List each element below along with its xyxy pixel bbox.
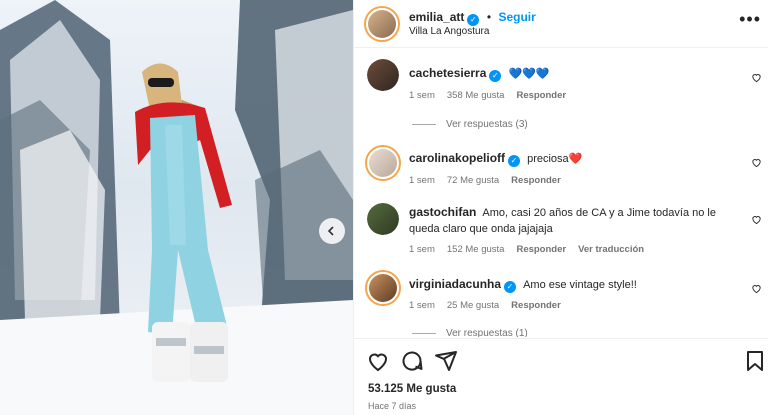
post-header: emilia_att ✓ • Seguir Villa La Angostura …: [354, 0, 768, 48]
reply-button[interactable]: Responder: [516, 244, 566, 255]
comment-text: 💙💙💙: [508, 68, 550, 80]
comments-list: cachetesierra ✓ 💙💙💙 1 sem 358 Me gusta Resp…: [354, 49, 768, 337]
carousel-arrow-icon[interactable]: [319, 218, 345, 244]
verified-icon: ✓: [508, 155, 521, 167]
heart-icon[interactable]: [751, 283, 762, 294]
post-location[interactable]: Villa La Angostura: [409, 26, 489, 37]
author-username[interactable]: emilia_att: [409, 10, 464, 24]
commenter-username[interactable]: virginiadacunha: [409, 277, 501, 291]
post-side-panel: emilia_att ✓ • Seguir Villa La Angostura …: [353, 0, 768, 415]
likes-count[interactable]: 53.125 Me gusta: [368, 383, 456, 395]
share-icon[interactable]: [434, 349, 458, 373]
commenter-username[interactable]: cachetesierra: [409, 66, 486, 80]
post-timestamp: Hace 7 días: [368, 401, 417, 411]
heart-icon[interactable]: [751, 214, 762, 225]
comment-likes[interactable]: 72 Me gusta: [447, 175, 499, 186]
verified-icon: ✓: [489, 70, 502, 82]
comment-age: 1 sem: [409, 175, 435, 186]
reply-button[interactable]: Responder: [511, 300, 561, 311]
verified-icon: ✓: [467, 14, 480, 26]
comment-age: 1 sem: [409, 244, 435, 255]
comment-age: 1 sem: [409, 90, 435, 101]
heart-icon[interactable]: [751, 72, 762, 83]
comment-text: preciosa❤️: [527, 153, 583, 165]
comment-likes[interactable]: 358 Me gusta: [447, 90, 505, 101]
commenter-avatar[interactable]: [367, 203, 399, 235]
commenter-username[interactable]: carolinakopelioff: [409, 151, 505, 165]
see-translation-button[interactable]: Ver traducción: [578, 244, 644, 255]
comment-text: Amo ese vintage style!!: [523, 279, 637, 291]
reply-button[interactable]: Responder: [516, 90, 566, 101]
commenter-avatar[interactable]: [365, 145, 401, 181]
post-photo[interactable]: [0, 0, 353, 415]
reply-button[interactable]: Responder: [511, 175, 561, 186]
bookmark-icon[interactable]: [743, 349, 767, 373]
comment-likes[interactable]: 152 Me gusta: [447, 244, 505, 255]
more-options-icon[interactable]: •••: [739, 9, 761, 30]
snow-forest-scene: [0, 0, 353, 415]
heart-icon[interactable]: [366, 349, 390, 373]
comment-icon[interactable]: [400, 349, 424, 373]
view-replies-button[interactable]: Ver respuestas (3): [412, 119, 528, 130]
verified-icon: ✓: [504, 281, 517, 293]
post-actions-bar: [354, 338, 768, 382]
comment-age: 1 sem: [409, 300, 435, 311]
heart-icon[interactable]: [751, 157, 762, 168]
commenter-username[interactable]: gastochifan: [409, 205, 476, 219]
follow-button[interactable]: Seguir: [498, 10, 535, 24]
commenter-avatar[interactable]: [365, 270, 401, 306]
comment-likes[interactable]: 25 Me gusta: [447, 300, 499, 311]
view-replies-button[interactable]: Ver respuestas (1): [412, 328, 528, 337]
commenter-avatar[interactable]: [367, 59, 399, 91]
author-avatar[interactable]: [364, 6, 400, 42]
